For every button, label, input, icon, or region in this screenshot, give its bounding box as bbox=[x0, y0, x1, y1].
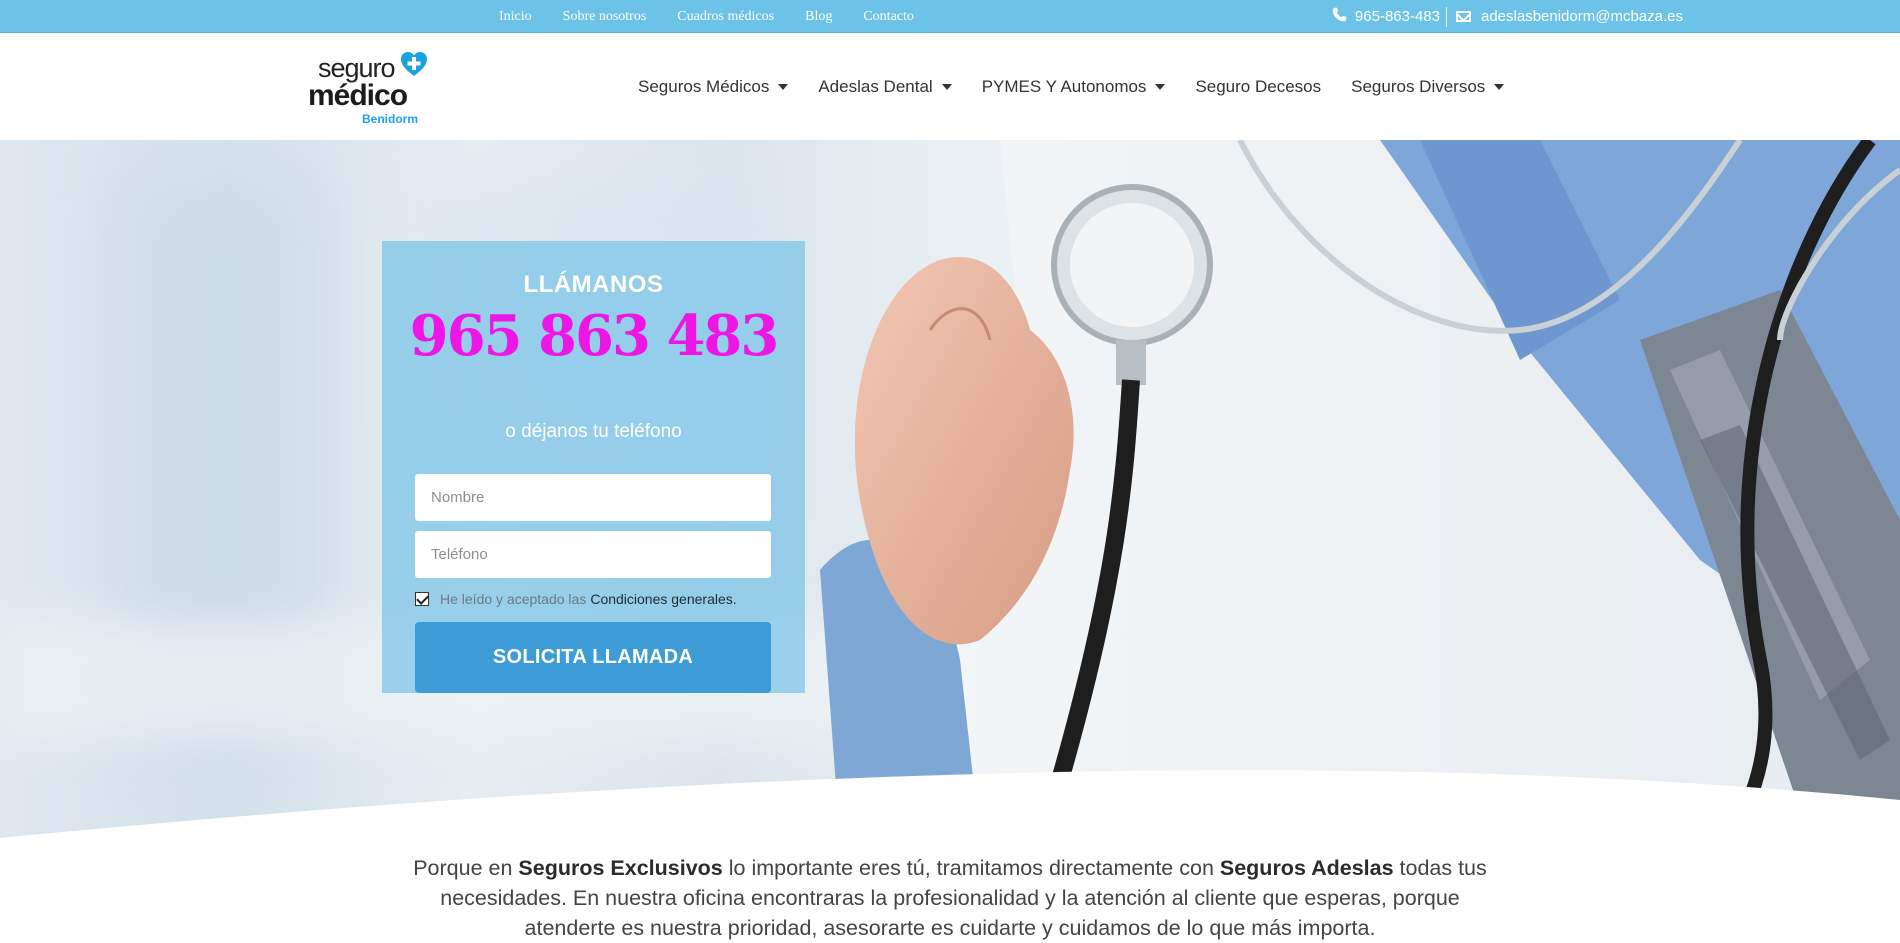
request-call-button[interactable]: SOLICITA LLAMADA bbox=[415, 622, 771, 693]
caret-down-icon bbox=[778, 83, 789, 90]
heart-plus-icon bbox=[401, 52, 427, 76]
top-email-link[interactable]: adeslasbenidorm@mcbaza.es bbox=[1481, 8, 1683, 25]
callback-form-card: LLÁMANOS 965 863 483 o déjanos tu teléfo… bbox=[382, 241, 805, 693]
top-nav-contacto[interactable]: Contacto bbox=[863, 9, 914, 25]
form-title: LLÁMANOS bbox=[523, 271, 664, 298]
top-bar: Inicio Sobre nosotros Cuadros médicos Bl… bbox=[0, 0, 1900, 33]
nav-label: Seguros Médicos bbox=[638, 76, 770, 96]
conditions-link[interactable]: Condiciones generales. bbox=[590, 591, 736, 607]
phone-input[interactable] bbox=[415, 531, 771, 578]
nav-seguro-decesos[interactable]: Seguro Decesos bbox=[1195, 77, 1321, 97]
intro-bold-seguros-exclusivos: Seguros Exclusivos bbox=[518, 856, 723, 880]
nav-seguros-medicos[interactable]: Seguros Médicos bbox=[638, 76, 789, 97]
form-phone-number[interactable]: 965 863 483 bbox=[382, 303, 805, 369]
caret-down-icon bbox=[941, 83, 952, 90]
nav-label: PYMES Y Autonomos bbox=[981, 76, 1147, 96]
consent-text: He leído y aceptado las bbox=[440, 591, 587, 607]
hero-section bbox=[0, 140, 1900, 840]
top-nav-sobre-nosotros[interactable]: Sobre nosotros bbox=[563, 9, 647, 25]
hero-wave-divider bbox=[0, 770, 1900, 840]
form-subtitle: o déjanos tu teléfono bbox=[505, 421, 682, 442]
name-input[interactable] bbox=[415, 474, 771, 521]
top-nav-inicio[interactable]: Inicio bbox=[499, 9, 532, 25]
caret-down-icon bbox=[1494, 83, 1505, 90]
top-nav-cuadros-medicos[interactable]: Cuadros médicos bbox=[677, 9, 774, 25]
caret-down-icon bbox=[1155, 83, 1166, 90]
intro-text: Porque en bbox=[413, 856, 519, 880]
intro-bold-seguros-adeslas: Seguros Adeslas bbox=[1219, 856, 1394, 880]
contact-divider bbox=[1446, 6, 1447, 27]
nav-label: Seguros Diversos bbox=[1351, 76, 1486, 96]
consent-checkbox[interactable] bbox=[415, 592, 429, 606]
intro-text: lo importante eres tú, tramitamos direct… bbox=[722, 856, 1220, 880]
nav-seguros-diversos[interactable]: Seguros Diversos bbox=[1351, 76, 1505, 97]
nav-pymes-autonomos[interactable]: PYMES Y Autonomos bbox=[982, 77, 1166, 97]
envelope-icon bbox=[1456, 11, 1471, 22]
nav-label: Adeslas Dental bbox=[818, 76, 933, 96]
nav-adeslas-dental[interactable]: Adeslas Dental bbox=[818, 76, 952, 97]
nav-label: Seguro Decesos bbox=[1195, 76, 1322, 96]
top-phone-link[interactable]: 965-863-483 bbox=[1355, 8, 1440, 25]
consent-row: He leído y aceptado las Condiciones gene… bbox=[415, 591, 737, 607]
top-contact: 965-863-483 adeslasbenidorm@mcbaza.es bbox=[1332, 0, 1683, 33]
logo-word-benidorm: Benidorm bbox=[362, 112, 419, 126]
top-nav: Inicio Sobre nosotros Cuadros médicos Bl… bbox=[499, 0, 945, 33]
main-nav: Seguros Médicos Adeslas Dental PYMES Y A… bbox=[638, 33, 1534, 140]
site-header: seguro médico Benidorm Seguros Médicos A… bbox=[0, 33, 1900, 140]
intro-paragraph: Porque en Seguros Exclusivos lo importan… bbox=[400, 853, 1500, 943]
site-logo[interactable]: seguro médico Benidorm bbox=[308, 51, 438, 127]
phone-icon bbox=[1332, 7, 1347, 26]
top-nav-blog[interactable]: Blog bbox=[805, 9, 832, 25]
logo-word-medico: médico bbox=[308, 79, 408, 112]
